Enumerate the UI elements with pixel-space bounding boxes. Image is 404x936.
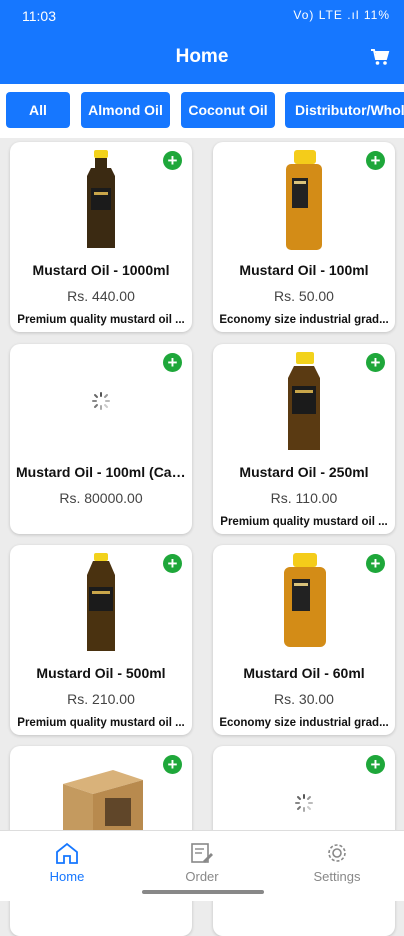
product-name: Mustard Oil - 100ml bbox=[239, 262, 369, 278]
nav-settings-label: Settings bbox=[313, 869, 361, 884]
product-name: Mustard Oil - 60ml bbox=[243, 665, 365, 681]
product-image bbox=[87, 553, 115, 651]
product-image bbox=[87, 150, 115, 248]
add-to-cart-button[interactable]: + bbox=[163, 554, 182, 573]
tab-all[interactable]: All bbox=[6, 92, 70, 128]
product-name: Mustard Oil - 500ml bbox=[36, 665, 166, 681]
product-description: Economy size industrial grad... bbox=[219, 717, 389, 729]
page-title: Home bbox=[175, 46, 229, 67]
product-price: Rs. 210.00 bbox=[67, 691, 135, 707]
nav-order[interactable]: Order bbox=[152, 841, 252, 884]
product-description: Premium quality mustard oil ... bbox=[17, 314, 185, 326]
product-image bbox=[286, 150, 322, 250]
product-description: Premium quality mustard oil ... bbox=[220, 516, 388, 528]
status-bar: 11:03 Vo) LTE .ıl 11% bbox=[0, 0, 404, 30]
nav-settings[interactable]: Settings bbox=[287, 841, 387, 884]
product-price: Rs. 440.00 bbox=[67, 288, 135, 304]
product-name: Mustard Oil - 1000ml bbox=[32, 262, 170, 278]
nav-order-label: Order bbox=[185, 869, 219, 884]
gesture-bar bbox=[142, 890, 264, 894]
tab-coconut-oil[interactable]: Coconut Oil bbox=[181, 92, 275, 128]
product-image bbox=[288, 352, 320, 450]
status-time: 11:03 bbox=[22, 8, 56, 24]
tab-distributor-wholesale[interactable]: Distributor/Whole bbox=[285, 92, 404, 128]
product-card[interactable]: + Mustard Oil - 60ml Rs. 30.00 Economy s… bbox=[213, 545, 395, 735]
product-image bbox=[284, 553, 326, 647]
product-price: Rs. 50.00 bbox=[274, 288, 334, 304]
add-to-cart-button[interactable]: + bbox=[366, 755, 385, 774]
nav-home[interactable]: Home bbox=[17, 841, 117, 884]
loading-spinner-icon bbox=[295, 794, 313, 812]
product-card[interactable]: + Mustard Oil - 100ml (Cart... Rs. 80000… bbox=[10, 344, 192, 534]
home-icon bbox=[56, 842, 78, 864]
product-name: Mustard Oil - 100ml (Cart... bbox=[16, 464, 186, 480]
product-price: Rs. 30.00 bbox=[274, 691, 334, 707]
product-card[interactable]: + Mustard Oil - 100ml Rs. 50.00 Economy … bbox=[213, 142, 395, 332]
tab-almond-oil[interactable]: Almond Oil bbox=[81, 92, 170, 128]
loading-spinner-icon bbox=[92, 392, 110, 410]
product-card[interactable]: + Mustard Oil - 250ml Rs. 110.00 Premium… bbox=[213, 344, 395, 534]
product-price: Rs. 110.00 bbox=[270, 490, 338, 506]
product-description: Premium quality mustard oil ... bbox=[17, 717, 185, 729]
product-card[interactable]: + Mustard Oil - 1000ml Rs. 440.00 Premiu… bbox=[10, 142, 192, 332]
add-to-cart-button[interactable]: + bbox=[163, 353, 182, 372]
nav-home-label: Home bbox=[49, 869, 85, 884]
product-name: Mustard Oil - 250ml bbox=[239, 464, 369, 480]
add-to-cart-button[interactable]: + bbox=[366, 554, 385, 573]
add-to-cart-button[interactable]: + bbox=[366, 151, 385, 170]
add-to-cart-button[interactable]: + bbox=[163, 151, 182, 170]
gear-icon bbox=[328, 844, 346, 862]
cart-icon[interactable] bbox=[370, 48, 390, 66]
category-tabs: All Almond Oil Coconut Oil Distributor/W… bbox=[0, 84, 404, 138]
app-header: 11:03 Vo) LTE .ıl 11% Home bbox=[0, 0, 404, 84]
product-price: Rs. 80000.00 bbox=[59, 490, 143, 506]
add-to-cart-button[interactable]: + bbox=[163, 755, 182, 774]
add-to-cart-button[interactable]: + bbox=[366, 353, 385, 372]
order-icon bbox=[191, 843, 213, 863]
product-description: Economy size industrial grad... bbox=[219, 314, 389, 326]
status-indicators: Vo) LTE .ıl 11% bbox=[293, 8, 390, 22]
product-card[interactable]: + Mustard Oil - 500ml Rs. 210.00 Premium… bbox=[10, 545, 192, 735]
